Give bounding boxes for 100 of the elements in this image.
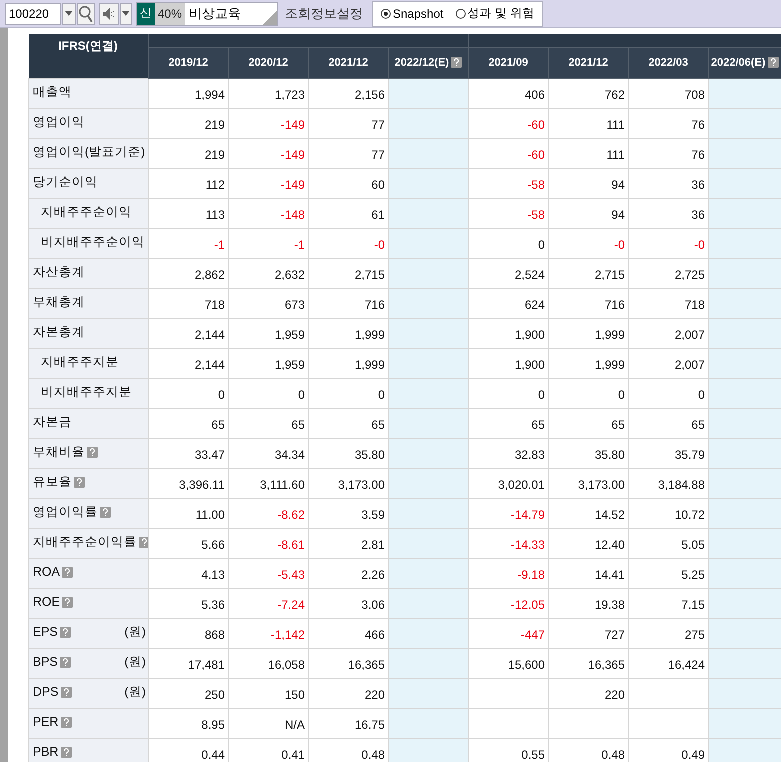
view-radio[interactable]: Snapshot bbox=[381, 6, 444, 20]
table-cell: 65 bbox=[292, 418, 305, 432]
table-cell: 76 bbox=[692, 148, 705, 162]
table-cell: 111 bbox=[606, 118, 625, 132]
table-cell: 1,900 bbox=[514, 358, 545, 372]
row-label: 매출액 bbox=[33, 84, 72, 100]
row-label: 자본총계 bbox=[33, 324, 85, 340]
table-cell: -9.18 bbox=[518, 568, 545, 582]
table-cell: 2,007 bbox=[674, 358, 705, 372]
table-cell: 14.52 bbox=[594, 508, 625, 522]
table-cell: 32.83 bbox=[514, 448, 545, 462]
view-radio[interactable]: 성과 및 위험 bbox=[456, 5, 534, 22]
table-cell: 2,715 bbox=[354, 268, 385, 282]
table-cell: 1,723 bbox=[274, 88, 305, 102]
table-cell: 716 bbox=[604, 298, 625, 312]
row-label: 영업이익 bbox=[33, 114, 85, 130]
table-cell: 219 bbox=[204, 118, 225, 132]
table-cell: 94 bbox=[612, 178, 625, 192]
table-cell: 16,365 bbox=[348, 658, 385, 672]
column-header: 2021/12 bbox=[548, 48, 628, 78]
unit-label: (원) bbox=[124, 654, 147, 670]
table-cell: 3,020.01 bbox=[498, 478, 545, 492]
table-cell: -1 bbox=[214, 238, 225, 252]
table-cell: 1,999 bbox=[594, 328, 625, 342]
table-cell: 3.06 bbox=[362, 598, 385, 612]
table-cell: 2,524 bbox=[514, 268, 545, 282]
column-header: 2019/12 bbox=[148, 48, 228, 78]
table-cell: -58 bbox=[528, 208, 545, 222]
stock-code-field[interactable]: 100220 bbox=[5, 2, 61, 24]
company-name: 비상교육 bbox=[188, 4, 242, 22]
table-cell: -0 bbox=[614, 238, 625, 252]
table-cell: 16.75 bbox=[354, 718, 385, 732]
table-cell: 0.41 bbox=[282, 748, 305, 762]
table-cell: -148 bbox=[280, 208, 305, 222]
table-cell: 7.15 bbox=[682, 598, 705, 612]
table-cell: -12.05 bbox=[510, 598, 545, 612]
table-cell: -1,142 bbox=[270, 628, 305, 642]
table-cell: 17,481 bbox=[188, 658, 225, 672]
table-cell: 0.48 bbox=[362, 748, 385, 762]
column-header: 2022/06(E) bbox=[708, 48, 781, 78]
row-label: PER bbox=[33, 715, 59, 729]
row-label: BPS bbox=[33, 655, 58, 669]
search-button[interactable] bbox=[77, 2, 95, 24]
table-cell: 2,862 bbox=[194, 268, 225, 282]
table-cell: 10.72 bbox=[674, 508, 705, 522]
table-cell: 0 bbox=[538, 388, 545, 402]
table-cell: 2,715 bbox=[594, 268, 625, 282]
row-label: 영업이익(발표기준) bbox=[33, 144, 146, 160]
table-cell: 65 bbox=[692, 418, 705, 432]
row-label: ROE bbox=[33, 595, 60, 609]
table-cell: 3,173.00 bbox=[578, 478, 625, 492]
table-cell: 3,184.88 bbox=[658, 478, 705, 492]
row-label: 부채비율 bbox=[33, 444, 85, 460]
table-cell: 11.00 bbox=[196, 508, 225, 522]
table-cell: 3,111.60 bbox=[260, 478, 305, 492]
table-cell: -58 bbox=[528, 178, 545, 192]
table-cell: 1,999 bbox=[354, 328, 385, 342]
row-label: EPS bbox=[33, 625, 58, 639]
table-cell: 718 bbox=[684, 298, 705, 312]
column-header: 2021/09 bbox=[468, 48, 548, 78]
table-cell: 2,632 bbox=[274, 268, 305, 282]
table-cell: -60 bbox=[528, 148, 545, 162]
table-cell: 76 bbox=[692, 118, 705, 132]
table-cell: 14.41 bbox=[594, 568, 625, 582]
row-label: 비지배주주순이익 bbox=[41, 234, 145, 250]
table-cell: 2.26 bbox=[362, 568, 385, 582]
table-cell: 0 bbox=[618, 388, 625, 402]
table-cell: 762 bbox=[604, 88, 625, 102]
table-cell: 111 bbox=[606, 148, 625, 162]
table-cell: 12.40 bbox=[594, 538, 625, 552]
help-icon[interactable] bbox=[768, 57, 779, 68]
table-cell: 16,365 bbox=[588, 658, 625, 672]
table-cell: 65 bbox=[372, 418, 385, 432]
help-icon[interactable] bbox=[451, 57, 462, 68]
row-label: ROA bbox=[33, 565, 60, 579]
column-header: 2020/12 bbox=[228, 48, 308, 78]
table-cell: 868 bbox=[204, 628, 225, 642]
table-cell: -5.43 bbox=[278, 568, 305, 582]
column-header: 2022/12(E) bbox=[388, 48, 468, 78]
row-label: DPS bbox=[33, 685, 59, 699]
table-cell: 1,999 bbox=[354, 358, 385, 372]
dropdown-button[interactable] bbox=[62, 2, 76, 24]
table-cell: -8.62 bbox=[278, 508, 305, 522]
row-label: 지배주주지분 bbox=[41, 354, 119, 370]
table-cell: 34.34 bbox=[274, 448, 305, 462]
column-header: 2022/03 bbox=[628, 48, 708, 78]
table-cell: 19.38 bbox=[594, 598, 625, 612]
table-cell: 5.66 bbox=[202, 538, 225, 552]
table-cell: -14.79 bbox=[510, 508, 545, 522]
speaker-button[interactable] bbox=[99, 2, 119, 24]
table-cell: 0 bbox=[538, 238, 545, 252]
unit-label: (원) bbox=[124, 684, 147, 700]
dropdown-button[interactable] bbox=[120, 2, 132, 24]
settings-label: 조회정보설정 bbox=[285, 4, 363, 22]
table-cell: 15,600 bbox=[508, 658, 545, 672]
table-cell: 2,007 bbox=[674, 328, 705, 342]
table-cell: 35.80 bbox=[354, 448, 385, 462]
resize-grip-icon bbox=[263, 10, 277, 24]
company-field[interactable]: 신 40% 비상교육 bbox=[136, 2, 278, 26]
table-cell: 0.49 bbox=[682, 748, 705, 762]
